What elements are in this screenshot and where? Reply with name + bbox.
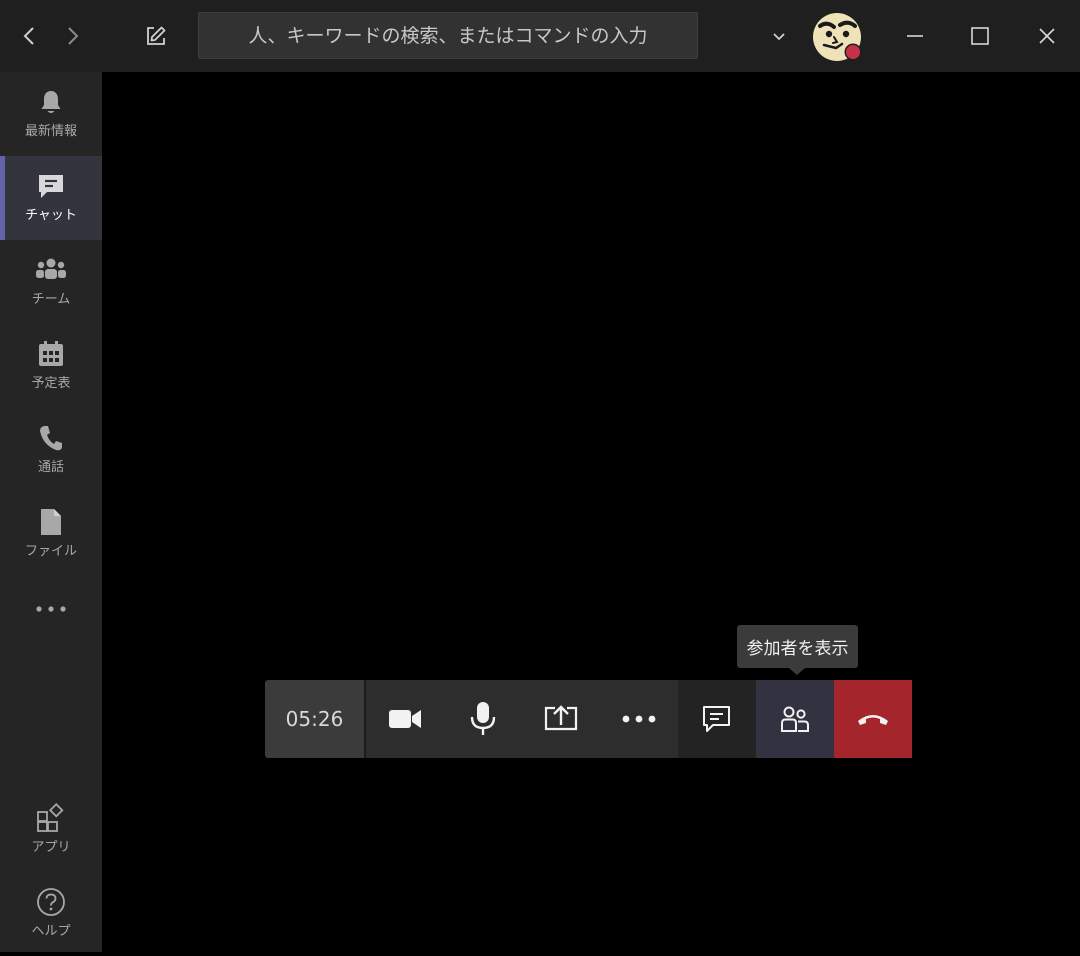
teams-icon (35, 254, 67, 286)
profile-dropdown-button[interactable] (768, 26, 790, 48)
chevron-right-icon (68, 27, 79, 45)
rail-label: チャット (25, 208, 77, 223)
show-participants-button[interactable] (756, 680, 834, 758)
bell-icon (35, 86, 67, 118)
rail-item-files[interactable]: ファイル (0, 492, 102, 576)
rail-label: ヘルプ (31, 924, 71, 939)
rail-item-teams[interactable]: チーム (0, 240, 102, 324)
more-apps-button[interactable] (0, 592, 102, 644)
chat-icon (35, 170, 67, 202)
show-chat-button[interactable] (678, 680, 756, 758)
hang-up-icon (858, 715, 888, 725)
forward-button[interactable] (56, 20, 88, 52)
participants-tooltip: 参加者を表示 (737, 625, 858, 675)
rail-item-apps[interactable]: アプリ (0, 788, 102, 872)
call-stage (102, 72, 1080, 952)
presence-indicator (846, 45, 860, 59)
hang-up-button[interactable] (834, 680, 912, 758)
rail-label: チーム (31, 292, 71, 307)
compose-icon (147, 26, 166, 45)
mic-toggle-button[interactable] (444, 680, 522, 758)
rail-item-chat[interactable]: チャット (0, 156, 102, 240)
apps-icon (35, 802, 67, 834)
close-button[interactable] (1030, 20, 1064, 52)
maximize-icon (971, 27, 989, 45)
phone-icon (35, 422, 67, 454)
more-icon (36, 606, 66, 612)
chevron-left-icon (23, 27, 34, 45)
camera-toggle-button[interactable] (366, 680, 444, 758)
help-icon (35, 886, 67, 918)
call-timer: 05:26 (265, 680, 366, 758)
search-input[interactable] (199, 13, 697, 58)
calendar-icon (35, 338, 67, 370)
maximize-button[interactable] (963, 20, 997, 52)
share-screen-button[interactable] (522, 680, 600, 758)
close-icon (1039, 28, 1055, 44)
avatar[interactable] (812, 12, 862, 62)
call-timer-text: 05:26 (285, 707, 344, 731)
rail-label: 予定表 (31, 376, 71, 391)
chat-icon (703, 706, 730, 732)
rail-item-calendar[interactable]: 予定表 (0, 324, 102, 408)
more-options-icon (622, 715, 656, 723)
more-options-button[interactable] (600, 680, 678, 758)
search-box[interactable] (198, 12, 698, 59)
participants-icon (781, 706, 809, 732)
rail-label: 最新情報 (24, 124, 77, 139)
chevron-down-icon (773, 33, 785, 41)
video-icon (389, 710, 421, 728)
new-chat-button[interactable] (140, 20, 172, 52)
call-controls: 05:26 (265, 680, 914, 758)
rail-label: 通話 (37, 460, 64, 475)
rail-label: ファイル (24, 544, 77, 559)
mic-icon (470, 702, 496, 735)
share-screen-icon (544, 705, 578, 731)
avatar-face-icon (813, 13, 862, 61)
rail-label: アプリ (31, 840, 71, 855)
tooltip-text: 参加者を表示 (746, 639, 849, 659)
minimize-button[interactable] (898, 20, 932, 52)
minimize-icon (907, 35, 923, 37)
rail-item-activity[interactable]: 最新情報 (0, 72, 102, 156)
file-icon (35, 506, 67, 538)
rail-item-help[interactable]: ヘルプ (0, 872, 102, 956)
app-rail: 最新情報 チャット チーム 予定表 通話 ファイル アプリ ヘルプ (0, 72, 102, 952)
back-button[interactable] (14, 20, 46, 52)
rail-item-calls[interactable]: 通話 (0, 408, 102, 492)
title-bar (0, 0, 1080, 72)
